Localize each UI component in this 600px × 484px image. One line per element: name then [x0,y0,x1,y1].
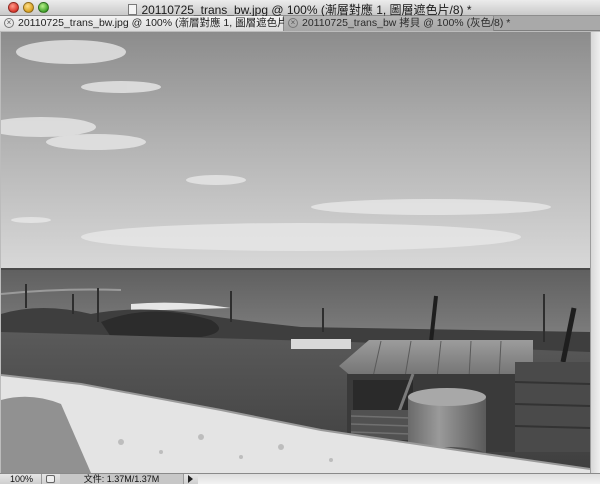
tab-label: 20110725_trans_bw 拷貝 @ 100% (灰色/8) * [302,17,511,29]
document-tab-bar: × 20110725_trans_bw.jpg @ 100% (漸層對應 1, … [0,16,600,31]
status-menu-arrow-icon[interactable] [186,475,195,483]
document-size: 文件: 1.37M/1.37M [60,474,184,484]
window-title: 20110725_trans_bw.jpg @ 100% (漸層對應 1, 圖層… [141,3,472,17]
status-bar: 100% 文件: 1.37M/1.37M [0,473,600,484]
proof-status-icon[interactable] [46,475,55,483]
photo [1,32,590,473]
tab-document-2[interactable]: × 20110725_trans_bw 拷貝 @ 100% (灰色/8) * [284,16,510,31]
tab-label: 20110725_trans_bw.jpg @ 100% (漸層對應 1, 圖層… [18,17,307,29]
document-icon [128,4,138,15]
horizontal-scrollbar[interactable] [198,474,600,484]
image-canvas[interactable] [1,32,590,473]
tab-close-icon[interactable]: × [288,18,298,28]
vertical-scrollbar[interactable] [590,32,600,473]
photoshop-document-window: 20110725_trans_bw.jpg @ 100% (漸層對應 1, 圖層… [0,0,600,484]
title-bar[interactable]: 20110725_trans_bw.jpg @ 100% (漸層對應 1, 圖層… [0,0,600,17]
distant-building [291,339,351,349]
zoom-level[interactable]: 100% [0,474,42,484]
tab-close-icon[interactable]: × [4,18,14,28]
tab-document-1[interactable]: × 20110725_trans_bw.jpg @ 100% (漸層對應 1, … [0,16,307,31]
